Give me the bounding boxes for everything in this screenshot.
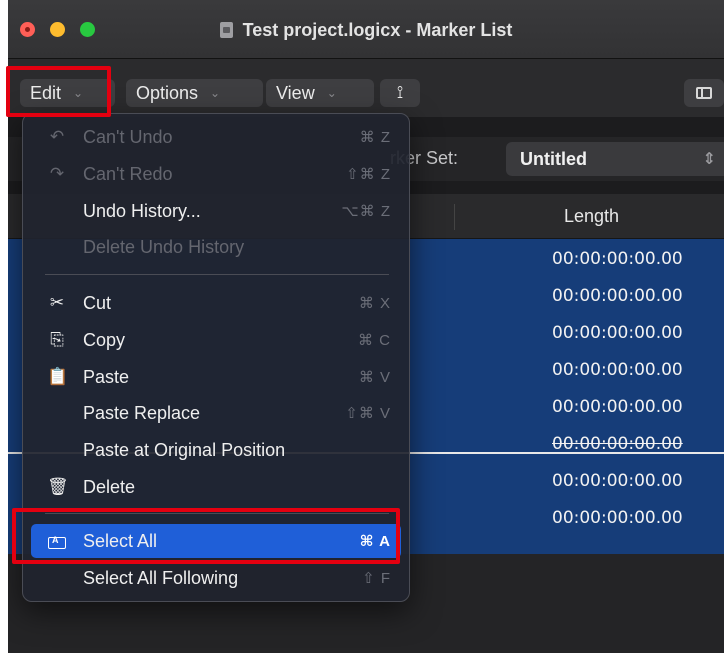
options-menu-button[interactable]: Options ⌄: [126, 79, 263, 107]
chevron-down-icon: ⌄: [210, 86, 221, 100]
column-header-length[interactable]: Length: [564, 206, 619, 227]
menu-shortcut: ⇧⌘ V: [345, 405, 391, 422]
menu-item-label: Can't Redo: [83, 164, 173, 184]
edit-menu-button[interactable]: Edit ⌄: [20, 79, 115, 107]
menu-item-label: Paste Replace: [83, 403, 201, 423]
length-cell: 00:00:00:00.00: [552, 323, 683, 343]
menu-shortcut: ⇧ F: [362, 570, 391, 587]
catch-playhead-button[interactable]: ⟟: [380, 79, 420, 107]
toolbar: Edit ⌄ Options ⌄ View ⌄ ⟟: [8, 59, 724, 117]
menu-shortcut: ⌥⌘ Z: [341, 203, 391, 220]
menu-shortcut: ⇧⌘ Z: [346, 166, 391, 183]
menu-item-select-all-following[interactable]: Select All Following ⇧ F: [31, 561, 401, 595]
menu-shortcut: ⌘ V: [358, 369, 391, 386]
edit-dropdown-menu: ↶ Can't Undo ⌘ Z ↷ Can't Redo ⇧⌘ Z Undo …: [22, 113, 410, 602]
updown-chevron-icon: ⇕: [702, 151, 716, 168]
chevron-down-icon: ⌄: [326, 86, 337, 100]
length-cell: 00:00:00:00.00: [552, 508, 683, 528]
menu-item-label: Can't Undo: [83, 127, 173, 147]
menu-item-paste-original-position[interactable]: Paste at Original Position: [31, 433, 401, 467]
menu-shortcut: ⌘ C: [358, 332, 391, 349]
menu-item-delete[interactable]: 🗑 Delete: [31, 470, 401, 504]
menu-item-label: Cut: [83, 293, 112, 313]
chevron-down-icon: ⌄: [73, 86, 84, 100]
panel-icon: [696, 87, 712, 99]
trash-icon: 🗑: [47, 477, 69, 496]
menu-item-cut[interactable]: ✂ Cut ⌘ X: [31, 286, 401, 320]
menu-item-label: Delete: [83, 477, 136, 497]
scissors-icon: ✂: [49, 293, 65, 312]
view-menu-button[interactable]: View ⌄: [266, 79, 374, 107]
options-menu-label: Options: [136, 82, 199, 103]
menu-item-label: Select All Following: [83, 568, 239, 588]
marker-set-value: Untitled: [520, 148, 587, 169]
menu-item-paste[interactable]: 📋 Paste ⌘ V: [31, 360, 401, 394]
menu-item-select-all[interactable]: Select All ⌘ A: [31, 524, 401, 558]
show-panel-button[interactable]: [684, 79, 724, 107]
menu-shortcut: ⌘ Z: [359, 129, 391, 146]
window-title-group: Test project.logicx - Marker List: [8, 17, 724, 43]
menu-item-cant-undo: ↶ Can't Undo ⌘ Z: [31, 120, 401, 154]
menu-separator: [45, 274, 389, 275]
menu-item-label: Delete Undo History: [83, 237, 245, 257]
length-cell: 00:00:00:00.00: [552, 397, 683, 417]
document-icon: [219, 22, 233, 38]
menu-shortcut: ⌘ A: [359, 533, 391, 550]
length-cell: 00:00:00:00.00: [552, 434, 683, 454]
menu-item-undo-history[interactable]: Undo History... ⌥⌘ Z: [31, 194, 401, 228]
length-cell: 00:00:00:00.00: [552, 249, 683, 269]
menu-shortcut: ⌘ X: [358, 295, 391, 312]
column-divider: [454, 204, 455, 230]
edit-menu-label: Edit: [30, 82, 62, 103]
menu-item-label: Paste: [83, 367, 130, 387]
copy-icon: ⎘: [50, 330, 64, 349]
undo-icon: ↶: [49, 127, 65, 146]
length-cell: 00:00:00:00.00: [552, 360, 683, 380]
length-cell: 00:00:00:00.00: [552, 471, 683, 491]
marker-list-window: Test project.logicx - Marker List Edit ⌄…: [8, 0, 724, 653]
menu-item-label: Paste at Original Position: [83, 440, 286, 460]
redo-icon: ↷: [49, 164, 65, 183]
length-cell: 00:00:00:00.00: [552, 286, 683, 306]
menu-item-label: Undo History...: [83, 201, 201, 221]
menu-item-delete-undo-history: Delete Undo History: [31, 230, 401, 264]
menu-item-label: Copy: [83, 330, 126, 350]
menu-item-label: Select All: [83, 531, 158, 551]
menu-item-paste-replace[interactable]: Paste Replace ⇧⌘ V: [31, 396, 401, 430]
select-all-icon: [47, 531, 67, 551]
menu-item-copy[interactable]: ⎘ Copy ⌘ C: [31, 323, 401, 357]
marker-set-popup[interactable]: Untitled ⇕: [506, 142, 724, 176]
catch-playhead-icon: ⟟: [396, 83, 404, 102]
clipboard-icon: 📋: [47, 367, 69, 386]
view-menu-label: View: [276, 82, 315, 103]
window-title: Test project.logicx - Marker List: [242, 19, 513, 40]
menu-separator: [45, 513, 389, 514]
title-bar: Test project.logicx - Marker List: [8, 0, 724, 59]
menu-item-cant-redo: ↷ Can't Redo ⇧⌘ Z: [31, 157, 401, 191]
